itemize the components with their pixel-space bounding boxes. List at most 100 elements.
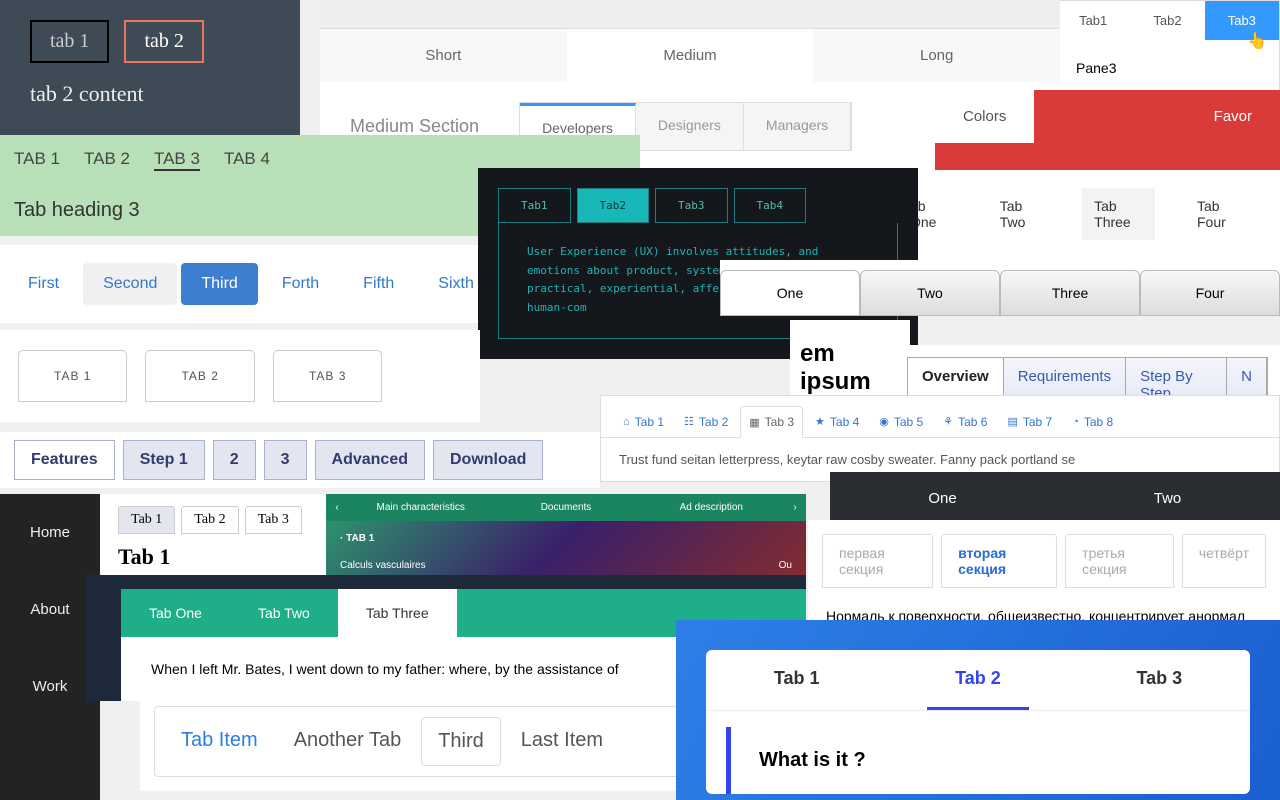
panel-red-tabs: Colors Favor	[935, 90, 1280, 170]
tab-2[interactable]: ☷Tab 2	[676, 406, 736, 437]
tab-colors[interactable]: Colors	[935, 90, 1034, 143]
row-label: · TAB 1	[326, 521, 806, 556]
section-title: Medium Section	[350, 116, 479, 137]
tab-ad[interactable]: Ad description	[639, 494, 784, 521]
tab-3[interactable]: Tab 3	[245, 506, 302, 534]
tab-four[interactable]: Four	[1140, 270, 1280, 316]
tab-3[interactable]: Tab 3	[1108, 650, 1210, 710]
panel-glossy-tabs: One Two Three Four	[720, 260, 1280, 316]
tab-6[interactable]: ⚘Tab 6	[935, 406, 995, 437]
tab-section3[interactable]: третья секция	[1065, 534, 1174, 588]
tab-4[interactable]: ★Tab 4	[807, 406, 867, 437]
tab-second[interactable]: Second	[83, 263, 177, 305]
content: Нормаль к поверхности, общеизвестно, кон…	[822, 588, 1266, 624]
nav-home[interactable]: Home	[0, 494, 100, 571]
tab-two[interactable]: Two	[1055, 472, 1280, 525]
panel-dark-two-tabs: One Two	[830, 472, 1280, 525]
panel-tab-items: Tab Item Another Tab Third Last Item	[140, 692, 700, 791]
tab-3[interactable]: TAB 3	[273, 350, 382, 402]
grid-icon: ▤	[1007, 415, 1017, 428]
tab-2[interactable]: TAB 2	[145, 350, 254, 402]
calc-label: Calculs vasculaires	[340, 560, 426, 571]
tab-two[interactable]: Tab Two	[988, 188, 1052, 240]
tab-section4[interactable]: четвёрт	[1182, 534, 1266, 588]
tab-4[interactable]: Tab4	[734, 188, 807, 223]
tab-three[interactable]: Tab Three	[338, 589, 457, 637]
tab-1[interactable]: ⌂Tab 1	[615, 406, 672, 437]
tab-download[interactable]: Download	[433, 440, 543, 480]
tab-4[interactable]: TAB 4	[224, 149, 270, 171]
tab-features[interactable]: Features	[14, 440, 115, 480]
tab-long[interactable]: Long	[813, 29, 1060, 82]
tab-designers[interactable]: Designers	[636, 103, 744, 150]
tab-forth[interactable]: Forth	[262, 263, 339, 305]
tab-main[interactable]: Main characteristics	[348, 494, 493, 521]
heading: Tab 1	[118, 544, 312, 570]
tab-2[interactable]: 2	[213, 440, 256, 480]
nav-work[interactable]: Work	[0, 648, 100, 725]
tab-7[interactable]: ▤Tab 7	[999, 406, 1060, 437]
tab-3[interactable]: ▦Tab 3	[740, 406, 803, 438]
ou-label: Ou	[779, 560, 792, 571]
tab-favor[interactable]: Favor	[1186, 90, 1280, 143]
tab-3[interactable]: TAB 3	[154, 149, 200, 171]
tab-last[interactable]: Last Item	[505, 717, 619, 766]
tab-1[interactable]: Tab1	[1056, 1, 1130, 40]
tab-2[interactable]: tab 2	[124, 20, 203, 63]
cursor-icon: 👆	[1247, 31, 1267, 51]
tab-four[interactable]: Tab Four	[1185, 188, 1252, 240]
tab-2[interactable]: Tab2	[577, 188, 650, 223]
tab-three[interactable]: Three	[1000, 270, 1140, 316]
list-icon: ☷	[684, 415, 694, 428]
tab-first[interactable]: First	[8, 263, 79, 305]
calendar-icon: ▦	[749, 416, 759, 429]
tab-1[interactable]: Tab 1	[746, 650, 848, 710]
share-icon: ⚘	[943, 415, 953, 428]
arrow-right-icon[interactable]: ›	[784, 494, 806, 521]
tab-3[interactable]: Tab3	[655, 188, 728, 223]
panel-vertical-nav: Home About Work	[0, 494, 100, 800]
tab-documents[interactable]: Documents	[493, 494, 638, 521]
tab-1[interactable]: TAB 1	[18, 350, 127, 402]
tab-one[interactable]: Tab One	[121, 589, 230, 637]
tab-2[interactable]: Tab 2	[927, 650, 1029, 710]
tab-3[interactable]: Tab3	[1205, 1, 1279, 40]
panel-gradient-tabs: ‹ Main characteristics Documents Ad desc…	[326, 494, 806, 583]
tab-three[interactable]: Tab Three	[1082, 188, 1155, 240]
tab-5[interactable]: ◉Tab 5	[871, 406, 931, 437]
tab-3[interactable]: 3	[264, 440, 307, 480]
tab-content: tab 2 content	[30, 81, 270, 107]
tab-two[interactable]: Tab Two	[230, 589, 338, 637]
tab-advanced[interactable]: Advanced	[315, 440, 425, 480]
panel-features-tabs: Features Step 1 2 3 Advanced Download	[0, 432, 600, 488]
tab-another[interactable]: Another Tab	[278, 717, 418, 766]
tab-section2[interactable]: вторая секция	[941, 534, 1057, 588]
tab-medium[interactable]: Medium	[567, 29, 814, 82]
tab-sixth[interactable]: Sixth	[418, 263, 494, 305]
tab-1[interactable]: tab 1	[30, 20, 109, 63]
globe-icon: ◉	[879, 415, 889, 428]
tab-section1[interactable]: первая секция	[822, 534, 933, 588]
tab-managers[interactable]: Managers	[744, 103, 851, 150]
tab-third[interactable]: Third	[181, 263, 257, 305]
tab-1[interactable]: Tab1	[498, 188, 571, 223]
tab-2[interactable]: Tab 2	[181, 506, 238, 534]
tab-step1[interactable]: Step 1	[123, 440, 205, 480]
tab-one[interactable]: One	[720, 270, 860, 316]
tab-2[interactable]: Tab2	[1130, 1, 1204, 40]
tab-two[interactable]: Two	[860, 270, 1000, 316]
tab-one[interactable]: One	[830, 472, 1055, 525]
star-icon: ★	[815, 415, 825, 428]
tab-short[interactable]: Short	[320, 29, 567, 82]
tab-1[interactable]: Tab 1	[118, 506, 175, 534]
tab-1[interactable]: TAB 1	[14, 149, 60, 171]
tab-fifth[interactable]: Fifth	[343, 263, 414, 305]
tab-2[interactable]: TAB 2	[84, 149, 130, 171]
tab-third[interactable]: Third	[421, 717, 501, 766]
panel-dark-boxed-tabs: tab 1 tab 2 tab 2 content	[0, 0, 300, 135]
content-heading: What is it ?	[726, 727, 1230, 794]
nav-about[interactable]: About	[0, 571, 100, 648]
tab-8[interactable]: ◔Tab 8	[1064, 406, 1121, 437]
arrow-left-icon[interactable]: ‹	[326, 494, 348, 521]
tab-item[interactable]: Tab Item	[165, 717, 274, 766]
